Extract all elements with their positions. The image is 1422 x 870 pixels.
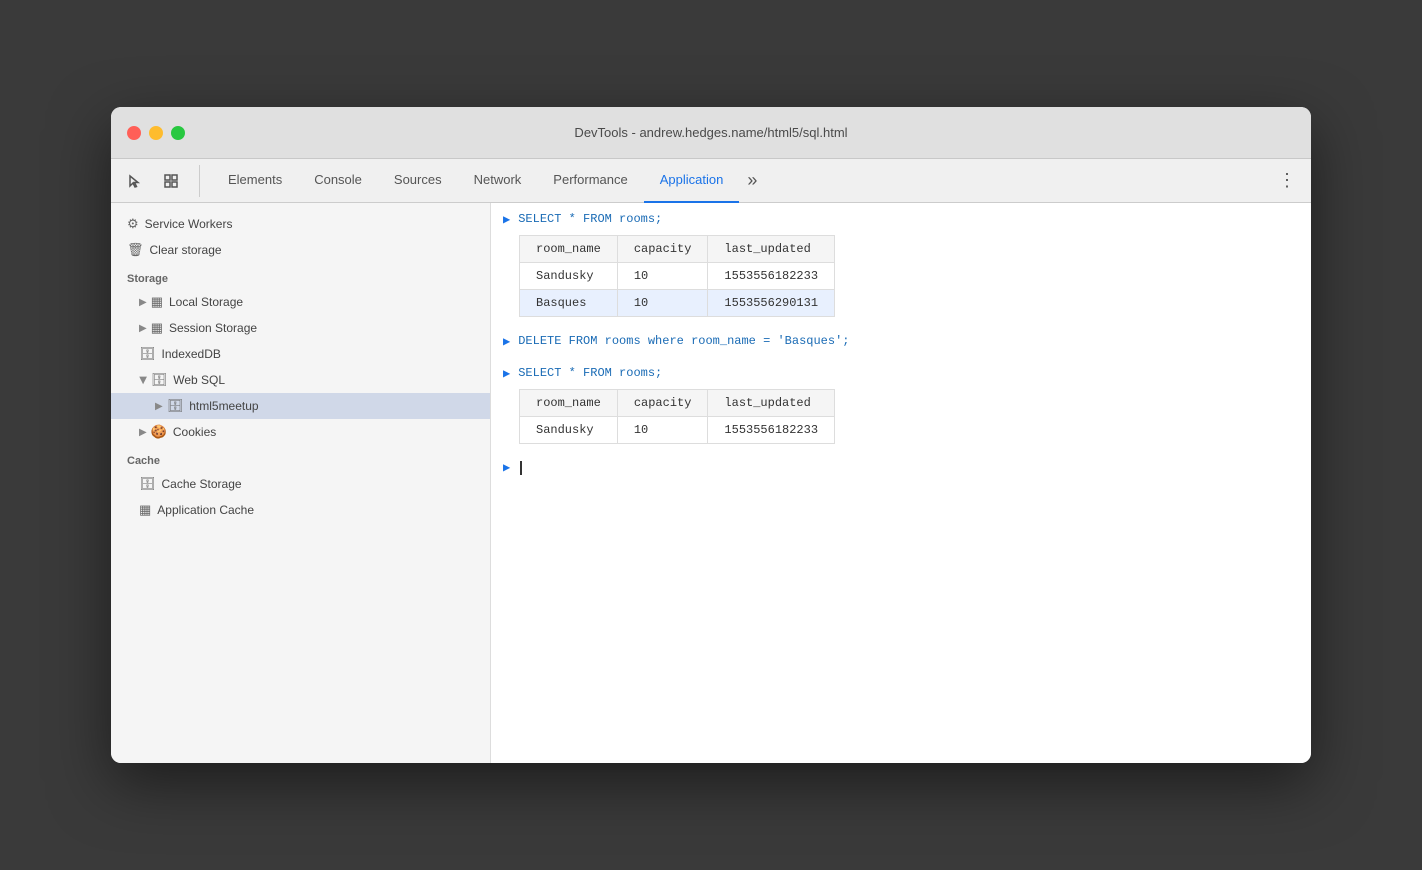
database-icon: 🗄 — [167, 398, 184, 414]
tab-elements[interactable]: Elements — [212, 159, 298, 203]
table-cell: 1553556182233 — [708, 417, 835, 444]
web-sql-icon: 🗄 — [151, 372, 168, 388]
local-storage-icon: ▦ — [151, 294, 163, 310]
sidebar-item-cookies[interactable]: ▶ 🍪 Cookies — [111, 419, 490, 445]
sql-query-2: DELETE FROM rooms where room_name = 'Bas… — [518, 334, 849, 348]
table-cell: 10 — [617, 417, 708, 444]
titlebar: DevTools - andrew.hedges.name/html5/sql.… — [111, 107, 1311, 159]
tab-sources[interactable]: Sources — [378, 159, 458, 203]
prompt-3[interactable]: ▶ — [503, 366, 510, 381]
sql-query-1: SELECT * FROM rooms; — [518, 212, 662, 226]
prompt-2[interactable]: ▶ — [503, 334, 510, 349]
table-cell: Sandusky — [520, 417, 618, 444]
tab-more[interactable]: » — [739, 170, 765, 191]
col-last-updated-1: last_updated — [708, 236, 835, 263]
tab-performance[interactable]: Performance — [537, 159, 643, 203]
cursor-tool[interactable] — [119, 165, 151, 197]
col-room-name-2: room_name — [520, 390, 618, 417]
col-capacity-2: capacity — [617, 390, 708, 417]
sidebar-item-web-sql[interactable]: ▶ 🗄 Web SQL — [111, 367, 490, 393]
sql-query-3: SELECT * FROM rooms; — [518, 366, 662, 380]
cache-section-header: Cache — [111, 445, 490, 471]
sidebar-item-session-storage[interactable]: ▶ ▦ Session Storage — [111, 315, 490, 341]
col-last-updated-2: last_updated — [708, 390, 835, 417]
minimize-button[interactable] — [149, 126, 163, 140]
sidebar-item-service-workers[interactable]: ⚙ Service Workers — [111, 211, 490, 237]
toolbar-tools — [119, 165, 200, 197]
tab-console[interactable]: Console — [298, 159, 378, 203]
prompt-cursor[interactable]: ▶ — [503, 460, 510, 475]
table-cell: Sandusky — [520, 263, 618, 290]
col-room-name-1: room_name — [520, 236, 618, 263]
col-capacity-1: capacity — [617, 236, 708, 263]
inspect-tool[interactable] — [155, 165, 187, 197]
chevron-icon: ▶ — [139, 323, 147, 334]
application-cache-icon: ▦ — [139, 502, 151, 518]
close-button[interactable] — [127, 126, 141, 140]
sidebar-item-clear-storage[interactable]: 🗑 Clear storage — [111, 237, 490, 263]
indexeddb-icon: 🗄 — [139, 346, 156, 362]
prompt-1[interactable]: ▶ — [503, 212, 510, 227]
table-cell: Basques — [520, 290, 618, 317]
window-title: DevTools - andrew.hedges.name/html5/sql.… — [574, 125, 847, 140]
table-cell: 10 — [617, 290, 708, 317]
cursor — [520, 461, 522, 475]
session-storage-icon: ▦ — [151, 320, 163, 336]
sidebar-item-local-storage[interactable]: ▶ ▦ Local Storage — [111, 289, 490, 315]
service-workers-icon: ⚙ — [127, 216, 139, 232]
table-cell: 1553556290131 — [708, 290, 835, 317]
main-area: ⚙ Service Workers 🗑 Clear storage Storag… — [111, 203, 1311, 763]
sql-input-line[interactable]: ▶ — [491, 452, 1311, 483]
storage-section-header: Storage — [111, 263, 490, 289]
table-cell: 10 — [617, 263, 708, 290]
tab-network[interactable]: Network — [458, 159, 538, 203]
sidebar-item-html5meetup[interactable]: ▶ 🗄 html5meetup — [111, 393, 490, 419]
cookies-icon: 🍪 — [151, 424, 167, 440]
sql-query-2-line: ▶ DELETE FROM rooms where room_name = 'B… — [491, 325, 1311, 357]
sql-query-3-line: ▶ SELECT * FROM rooms; — [491, 357, 1311, 389]
cache-storage-icon: 🗄 — [139, 476, 156, 492]
tab-menu[interactable]: ⋮ — [1271, 165, 1303, 197]
traffic-lights — [127, 126, 185, 140]
chevron-open-icon: ▶ — [137, 376, 148, 384]
tabbar: Elements Console Sources Network Perform… — [111, 159, 1311, 203]
clear-storage-icon: 🗑 — [127, 242, 144, 258]
maximize-button[interactable] — [171, 126, 185, 140]
sidebar-item-application-cache[interactable]: ▦ Application Cache — [111, 497, 490, 523]
devtools-window: DevTools - andrew.hedges.name/html5/sql.… — [111, 107, 1311, 763]
sql-query-1-line: ▶ SELECT * FROM rooms; — [491, 203, 1311, 235]
sql-result-table-1: room_name capacity last_updated Sandusky… — [519, 235, 835, 317]
sql-console[interactable]: ▶ SELECT * FROM rooms; room_name capacit… — [491, 203, 1311, 763]
sidebar: ⚙ Service Workers 🗑 Clear storage Storag… — [111, 203, 491, 763]
chevron-icon: ▶ — [155, 401, 163, 412]
table-cell: 1553556182233 — [708, 263, 835, 290]
sidebar-item-cache-storage[interactable]: 🗄 Cache Storage — [111, 471, 490, 497]
sidebar-item-indexeddb[interactable]: 🗄 IndexedDB — [111, 341, 490, 367]
chevron-icon: ▶ — [139, 427, 147, 438]
chevron-icon: ▶ — [139, 297, 147, 308]
tab-application[interactable]: Application — [644, 159, 740, 203]
sql-result-table-2: room_name capacity last_updated Sandusky… — [519, 389, 835, 444]
